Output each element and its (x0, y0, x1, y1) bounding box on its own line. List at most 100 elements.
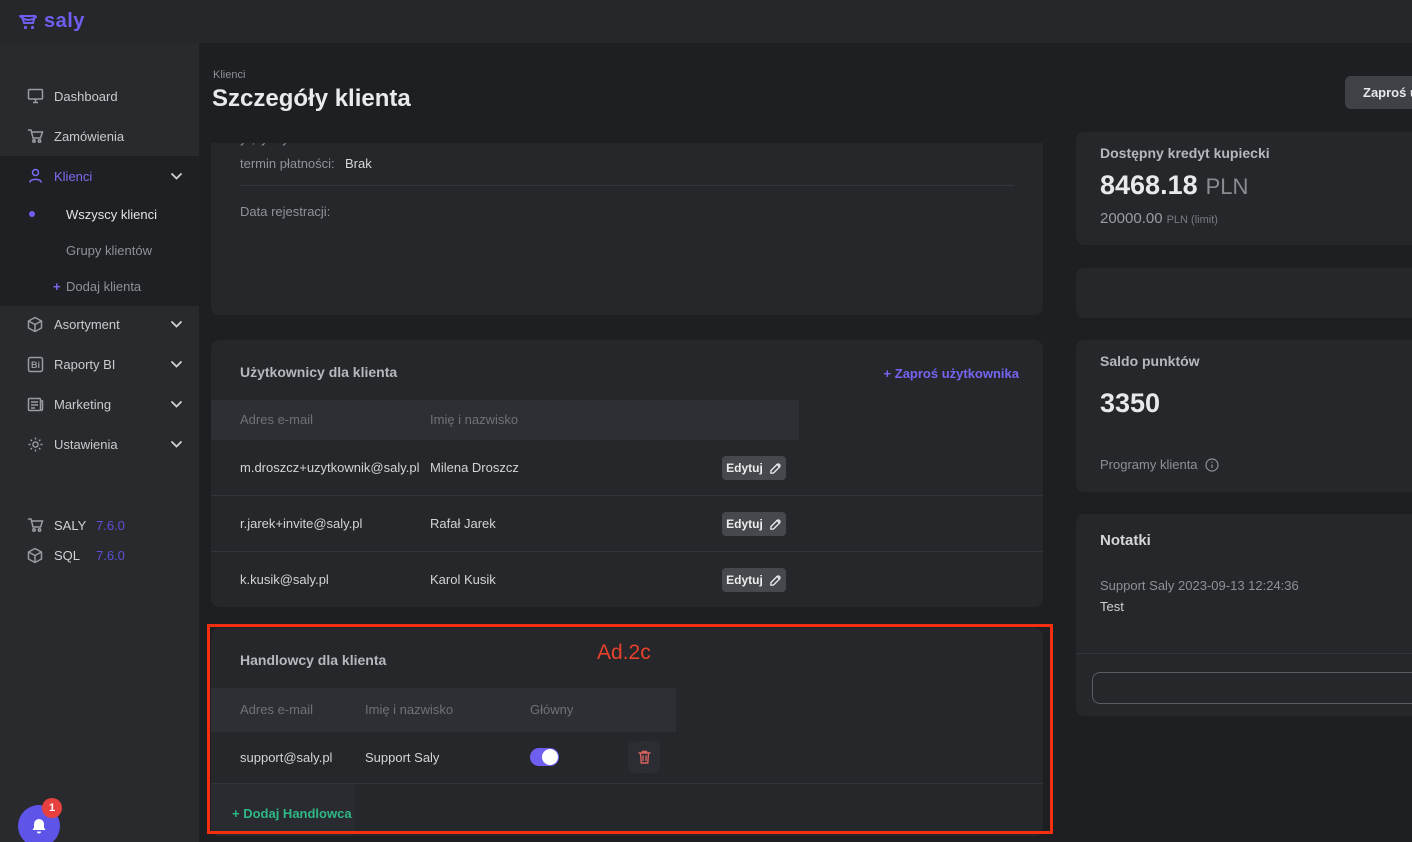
sidebar-subitem-dodaj-klienta[interactable]: + Dodaj klienta (0, 268, 199, 304)
person-icon (26, 167, 44, 185)
info-icon (1205, 458, 1219, 472)
divider (1076, 653, 1412, 654)
main-salesman-toggle[interactable] (530, 748, 559, 766)
page-title: Szczegóły klienta (212, 85, 411, 113)
edit-user-button[interactable]: Edytuj (722, 568, 786, 592)
chevron-down-icon (171, 358, 183, 370)
column-header-main: Główny (530, 702, 573, 717)
notes-card: Notatki Support Saly 2023-09-13 12:24:36… (1076, 514, 1412, 716)
sidebar-item-label: Dashboard (54, 89, 118, 104)
column-header-email: Adres e-mail (240, 702, 313, 717)
pencil-icon (769, 462, 782, 475)
edit-button-label: Edytuj (726, 517, 763, 531)
bell-icon (30, 817, 48, 836)
note-meta: Support Saly 2023-09-13 12:24:36 (1100, 578, 1299, 593)
credit-amount: 8468.18PLN (1100, 170, 1248, 201)
chevron-down-icon (171, 318, 183, 330)
sidebar-subitem-label: Dodaj klienta (66, 279, 141, 294)
client-info-card: y,y.y termin płatności: Brak Data rejest… (211, 143, 1043, 315)
sidebar: Dashboard Zamówienia Klienci Wszy (0, 43, 199, 842)
note-text: Test (1100, 599, 1124, 614)
card-title: Saldo punktów (1100, 353, 1200, 369)
sidebar-subitem-wszyscy-klienci[interactable]: Wszyscy klienci (0, 196, 199, 232)
client-programs-label: Programy klienta (1100, 457, 1198, 472)
sidebar-version-saly: SALY 7.6.0 (0, 510, 199, 540)
points-value: 3350 (1100, 388, 1160, 419)
points-card: Saldo punktów 3350 Programy klienta (1076, 340, 1412, 492)
sidebar-item-ustawienia[interactable]: Ustawienia (0, 424, 199, 464)
notification-badge: 1 (42, 798, 62, 818)
chevron-down-icon (171, 438, 183, 450)
trash-icon (637, 749, 652, 765)
newspaper-icon (26, 395, 44, 413)
app-root: saly Dashboard Zamówienia (0, 0, 1412, 842)
delete-salesman-button[interactable] (628, 741, 660, 773)
version-number: 7.6.0 (96, 548, 125, 563)
gear-icon (26, 435, 44, 453)
salesman-email: support@saly.pl (240, 750, 332, 765)
topbar: saly (0, 0, 1412, 43)
salesman-name: Support Saly (365, 750, 439, 765)
table-row: r.jarek+invite@saly.pl Rafał Jarek Edytu… (211, 496, 1043, 552)
sidebar-item-label: Raporty BI (54, 357, 115, 372)
sidebar-item-asortyment[interactable]: Asortyment (0, 304, 199, 344)
edit-user-button[interactable]: Edytuj (722, 456, 786, 480)
invite-user-link[interactable]: + Zaproś użytkownika (884, 366, 1019, 381)
chevron-down-icon (171, 398, 183, 410)
cart-icon (26, 127, 44, 145)
monitor-icon (26, 87, 44, 105)
chevron-down-icon (171, 170, 183, 182)
sidebar-item-label: Ustawienia (54, 437, 118, 452)
user-email: k.kusik@saly.pl (240, 572, 329, 587)
credit-card: Dostępny kredyt kupiecki 8468.18PLN 2000… (1076, 132, 1412, 245)
cart-icon (26, 516, 44, 534)
saly-logo[interactable]: saly (18, 0, 85, 43)
payment-term-value: Brak (345, 156, 372, 171)
user-name: Rafał Jarek (430, 516, 496, 531)
credit-currency: PLN (1206, 174, 1249, 199)
version-number: 7.6.0 (96, 518, 125, 533)
user-email: r.jarek+invite@saly.pl (240, 516, 362, 531)
empty-card (1076, 268, 1412, 318)
version-label: SALY (54, 518, 86, 533)
sidebar-item-dashboard[interactable]: Dashboard (0, 76, 199, 116)
sidebar-version-sql: SQL 7.6.0 (0, 540, 199, 570)
client-programs-link[interactable]: Programy klienta (1100, 457, 1219, 472)
pencil-icon (769, 518, 782, 531)
table-header: Adres e-mail Imię i nazwisko (211, 400, 799, 440)
card-title: Handlowcy dla klienta (240, 652, 386, 668)
sidebar-subitem-label: Wszyscy klienci (66, 207, 157, 222)
sidebar-subitem-label: Grupy klientów (66, 243, 152, 258)
add-salesman-link[interactable]: + Dodaj Handlowca (232, 806, 352, 821)
user-name: Milena Droszcz (430, 460, 519, 475)
divider (240, 185, 1014, 186)
version-label: SQL (54, 548, 80, 563)
sidebar-item-raporty-bi[interactable]: Bi Raporty BI (0, 344, 199, 384)
credit-limit-value: 20000.00 (1100, 210, 1163, 227)
sidebar-item-marketing[interactable]: Marketing (0, 384, 199, 424)
notifications-button[interactable]: 1 (18, 805, 60, 842)
new-note-input[interactable] (1092, 672, 1412, 704)
sidebar-item-label: Asortyment (54, 317, 120, 332)
card-title: Użytkownicy dla klienta (240, 364, 397, 380)
sidebar-item-label: Marketing (54, 397, 111, 412)
invite-user-button[interactable]: Zaproś uż (1345, 76, 1412, 109)
clipped-text-fragment: y,y.y (240, 143, 470, 147)
sidebar-item-klienci[interactable]: Klienci (0, 156, 199, 196)
registration-date-label: Data rejestracji: (240, 204, 330, 219)
edit-button-label: Edytuj (726, 573, 763, 587)
logo-text: saly (44, 10, 85, 33)
column-header-email: Adres e-mail (240, 412, 313, 427)
sidebar-item-label: Zamówienia (54, 129, 124, 144)
table-row: support@saly.pl Support Saly (211, 732, 1043, 784)
credit-limit: 20000.00PLN (limit) (1100, 210, 1218, 227)
edit-button-label: Edytuj (726, 461, 763, 475)
column-header-name: Imię i nazwisko (365, 702, 453, 717)
sidebar-subitem-grupy-klientow[interactable]: Grupy klientów (0, 232, 199, 268)
sidebar-item-label: Klienci (54, 169, 92, 184)
cube-icon (26, 546, 44, 564)
sidebar-item-zamowienia[interactable]: Zamówienia (0, 116, 199, 156)
toggle-knob (542, 749, 558, 765)
card-title: Dostępny kredyt kupiecki (1100, 145, 1270, 161)
edit-user-button[interactable]: Edytuj (722, 512, 786, 536)
